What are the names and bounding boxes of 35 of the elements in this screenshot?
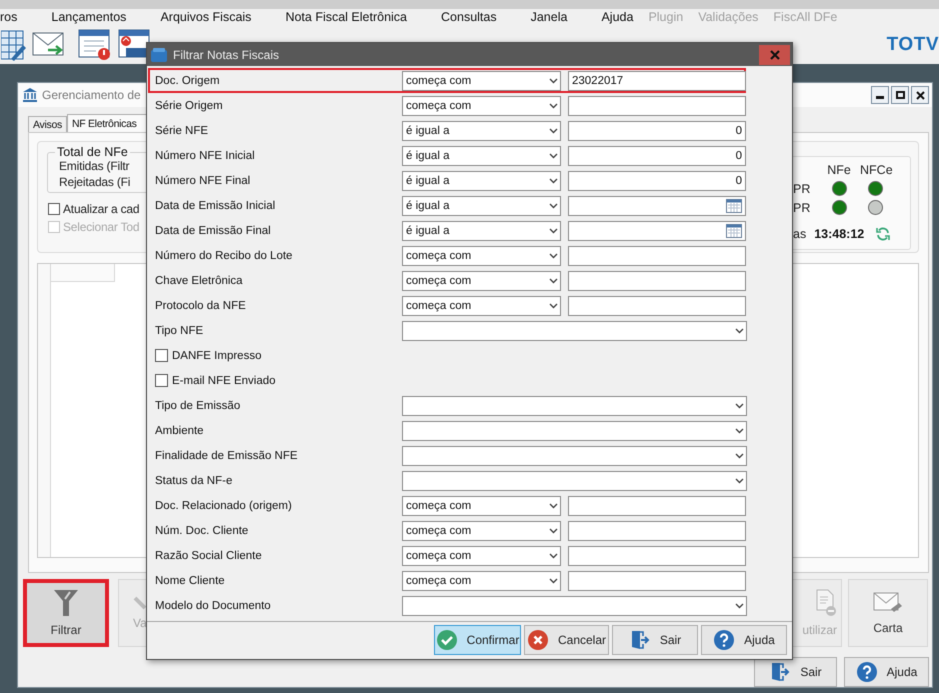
field-label: Modelo do Documento	[155, 600, 272, 612]
field-label: Tipo de Emissão	[155, 400, 242, 412]
total-label: Rejeitadas (Fi	[59, 175, 130, 189]
field-label: Status da NF-e	[155, 474, 234, 486]
field-label: Núm. Doc. Cliente	[155, 524, 250, 536]
field-label: Ambiente	[155, 424, 205, 436]
field-label: Data de Emissão Inicial	[155, 200, 276, 212]
field-label: Número do Recibo do Lote	[155, 250, 294, 262]
clock-time: 13:48:12	[814, 227, 864, 241]
window-title: Gerenciamento de	[42, 88, 141, 102]
field-label: Data de Emissão Final	[155, 224, 272, 236]
field-label: Tipo NFE	[155, 324, 204, 336]
row-label: PR	[793, 200, 812, 214]
field-label: Número NFE Final	[155, 174, 252, 186]
brand-logo: TOTV	[886, 34, 939, 56]
checkbox-label: Selecionar Tod	[63, 220, 140, 234]
field-label: Nome Cliente	[155, 574, 226, 586]
column-header: NFe	[826, 163, 852, 177]
field-label: Chave Eletrônica	[155, 274, 244, 286]
row-label: PR	[793, 182, 812, 196]
field-label: Série Origem	[155, 100, 224, 112]
field-label: Finalidade de Emissão NFE	[155, 450, 299, 462]
group-title: Total de NFe	[56, 145, 129, 159]
checkbox-label: Atualizar a cad	[63, 202, 140, 216]
field-label: Doc. Origem	[155, 74, 221, 86]
time-caption: as	[793, 227, 806, 241]
field-label: Doc. Relacionado (origem)	[155, 500, 293, 512]
field-label: Número NFE Inicial	[155, 150, 256, 162]
checkbox-label: E-mail NFE Enviado	[172, 374, 276, 386]
checkbox-label: DANFE Impresso	[172, 350, 262, 362]
field-label: Razão Social Cliente	[155, 550, 263, 562]
column-header: NFCe	[860, 163, 890, 177]
field-label: Protocolo da NFE	[155, 300, 247, 312]
dialog-title: Filtrar Notas Fiscais	[173, 48, 280, 62]
total-label: Emitidas (Filtr	[59, 159, 130, 173]
